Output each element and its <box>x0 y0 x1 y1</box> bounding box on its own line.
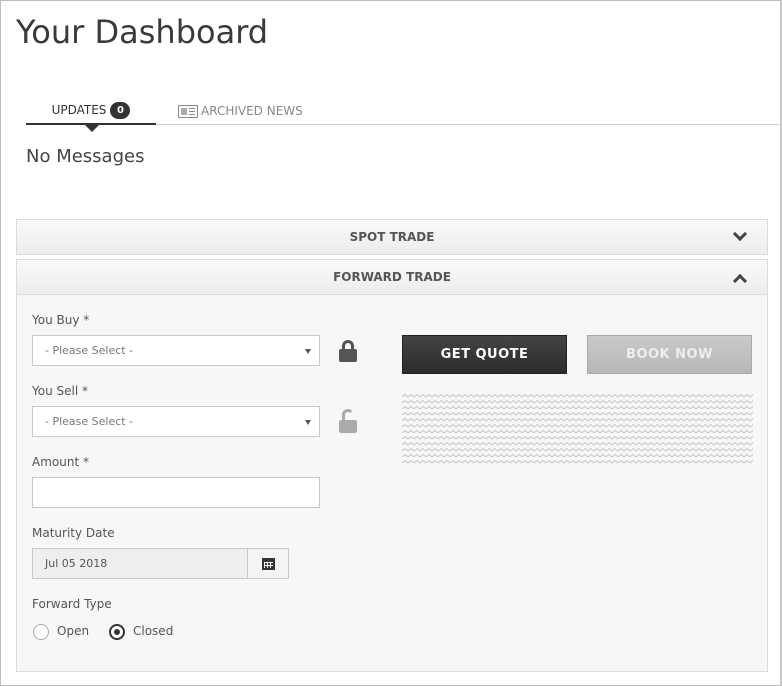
amount-input[interactable] <box>32 477 320 508</box>
get-quote-button[interactable]: GET QUOTE <box>402 335 567 374</box>
tab-bar: UPDATES 0 ARCHIVED NEWS <box>26 97 782 132</box>
forward-type-closed-label: Closed <box>133 624 174 638</box>
chevron-up-icon <box>732 273 748 289</box>
lock-open-icon[interactable] <box>339 409 357 433</box>
you-buy-label: You Buy * <box>32 313 90 327</box>
newspaper-icon <box>178 104 198 118</box>
chevron-down-icon <box>732 226 748 242</box>
you-sell-label: You Sell * <box>32 384 88 398</box>
quote-placeholder-pattern <box>402 393 753 465</box>
you-buy-select[interactable]: - Please Select - <box>32 335 320 366</box>
no-messages-text: No Messages <box>26 146 145 167</box>
amount-label: Amount * <box>32 455 89 469</box>
tab-archived-news-label: ARCHIVED NEWS <box>201 104 303 118</box>
forward-type-closed-radio[interactable] <box>109 624 125 640</box>
forward-trade-header[interactable]: FORWARD TRADE <box>16 259 768 295</box>
you-sell-select[interactable]: - Please Select - <box>32 406 320 437</box>
calendar-button[interactable] <box>247 548 289 579</box>
maturity-date-input[interactable]: Jul 05 2018 <box>32 548 248 579</box>
page-title: Your Dashboard <box>16 13 269 51</box>
tab-archived-news[interactable]: ARCHIVED NEWS <box>178 97 318 125</box>
you-sell-value: - Please Select - <box>45 415 134 428</box>
forward-trade-title: FORWARD TRADE <box>333 270 451 284</box>
caret-down-icon <box>305 420 311 425</box>
lock-closed-icon[interactable] <box>339 340 357 362</box>
caret-down-icon <box>305 349 311 354</box>
forward-type-open-label: Open <box>57 624 90 638</box>
forward-trade-panel: You Buy * - Please Select - You Sell * -… <box>16 295 768 672</box>
maturity-date-value: Jul 05 2018 <box>45 557 108 570</box>
spot-trade-title: SPOT TRADE <box>349 230 435 244</box>
spot-trade-header[interactable]: SPOT TRADE <box>16 219 768 255</box>
calendar-icon <box>261 557 275 570</box>
you-buy-value: - Please Select - <box>45 344 134 357</box>
dashboard-frame: Your Dashboard UPDATES 0 ARCHIVED NEWS N… <box>0 0 782 686</box>
book-now-button[interactable]: BOOK NOW <box>587 335 752 374</box>
active-tab-caret-icon <box>84 124 100 132</box>
tab-updates-label: UPDATES <box>51 103 107 117</box>
maturity-date-label: Maturity Date <box>32 526 115 540</box>
forward-type-open-radio[interactable] <box>33 624 49 640</box>
updates-count-badge: 0 <box>110 101 131 119</box>
forward-type-label: Forward Type <box>32 597 112 611</box>
trade-accordion: SPOT TRADE FORWARD TRADE <box>16 219 768 295</box>
tab-updates[interactable]: UPDATES 0 <box>26 97 156 132</box>
